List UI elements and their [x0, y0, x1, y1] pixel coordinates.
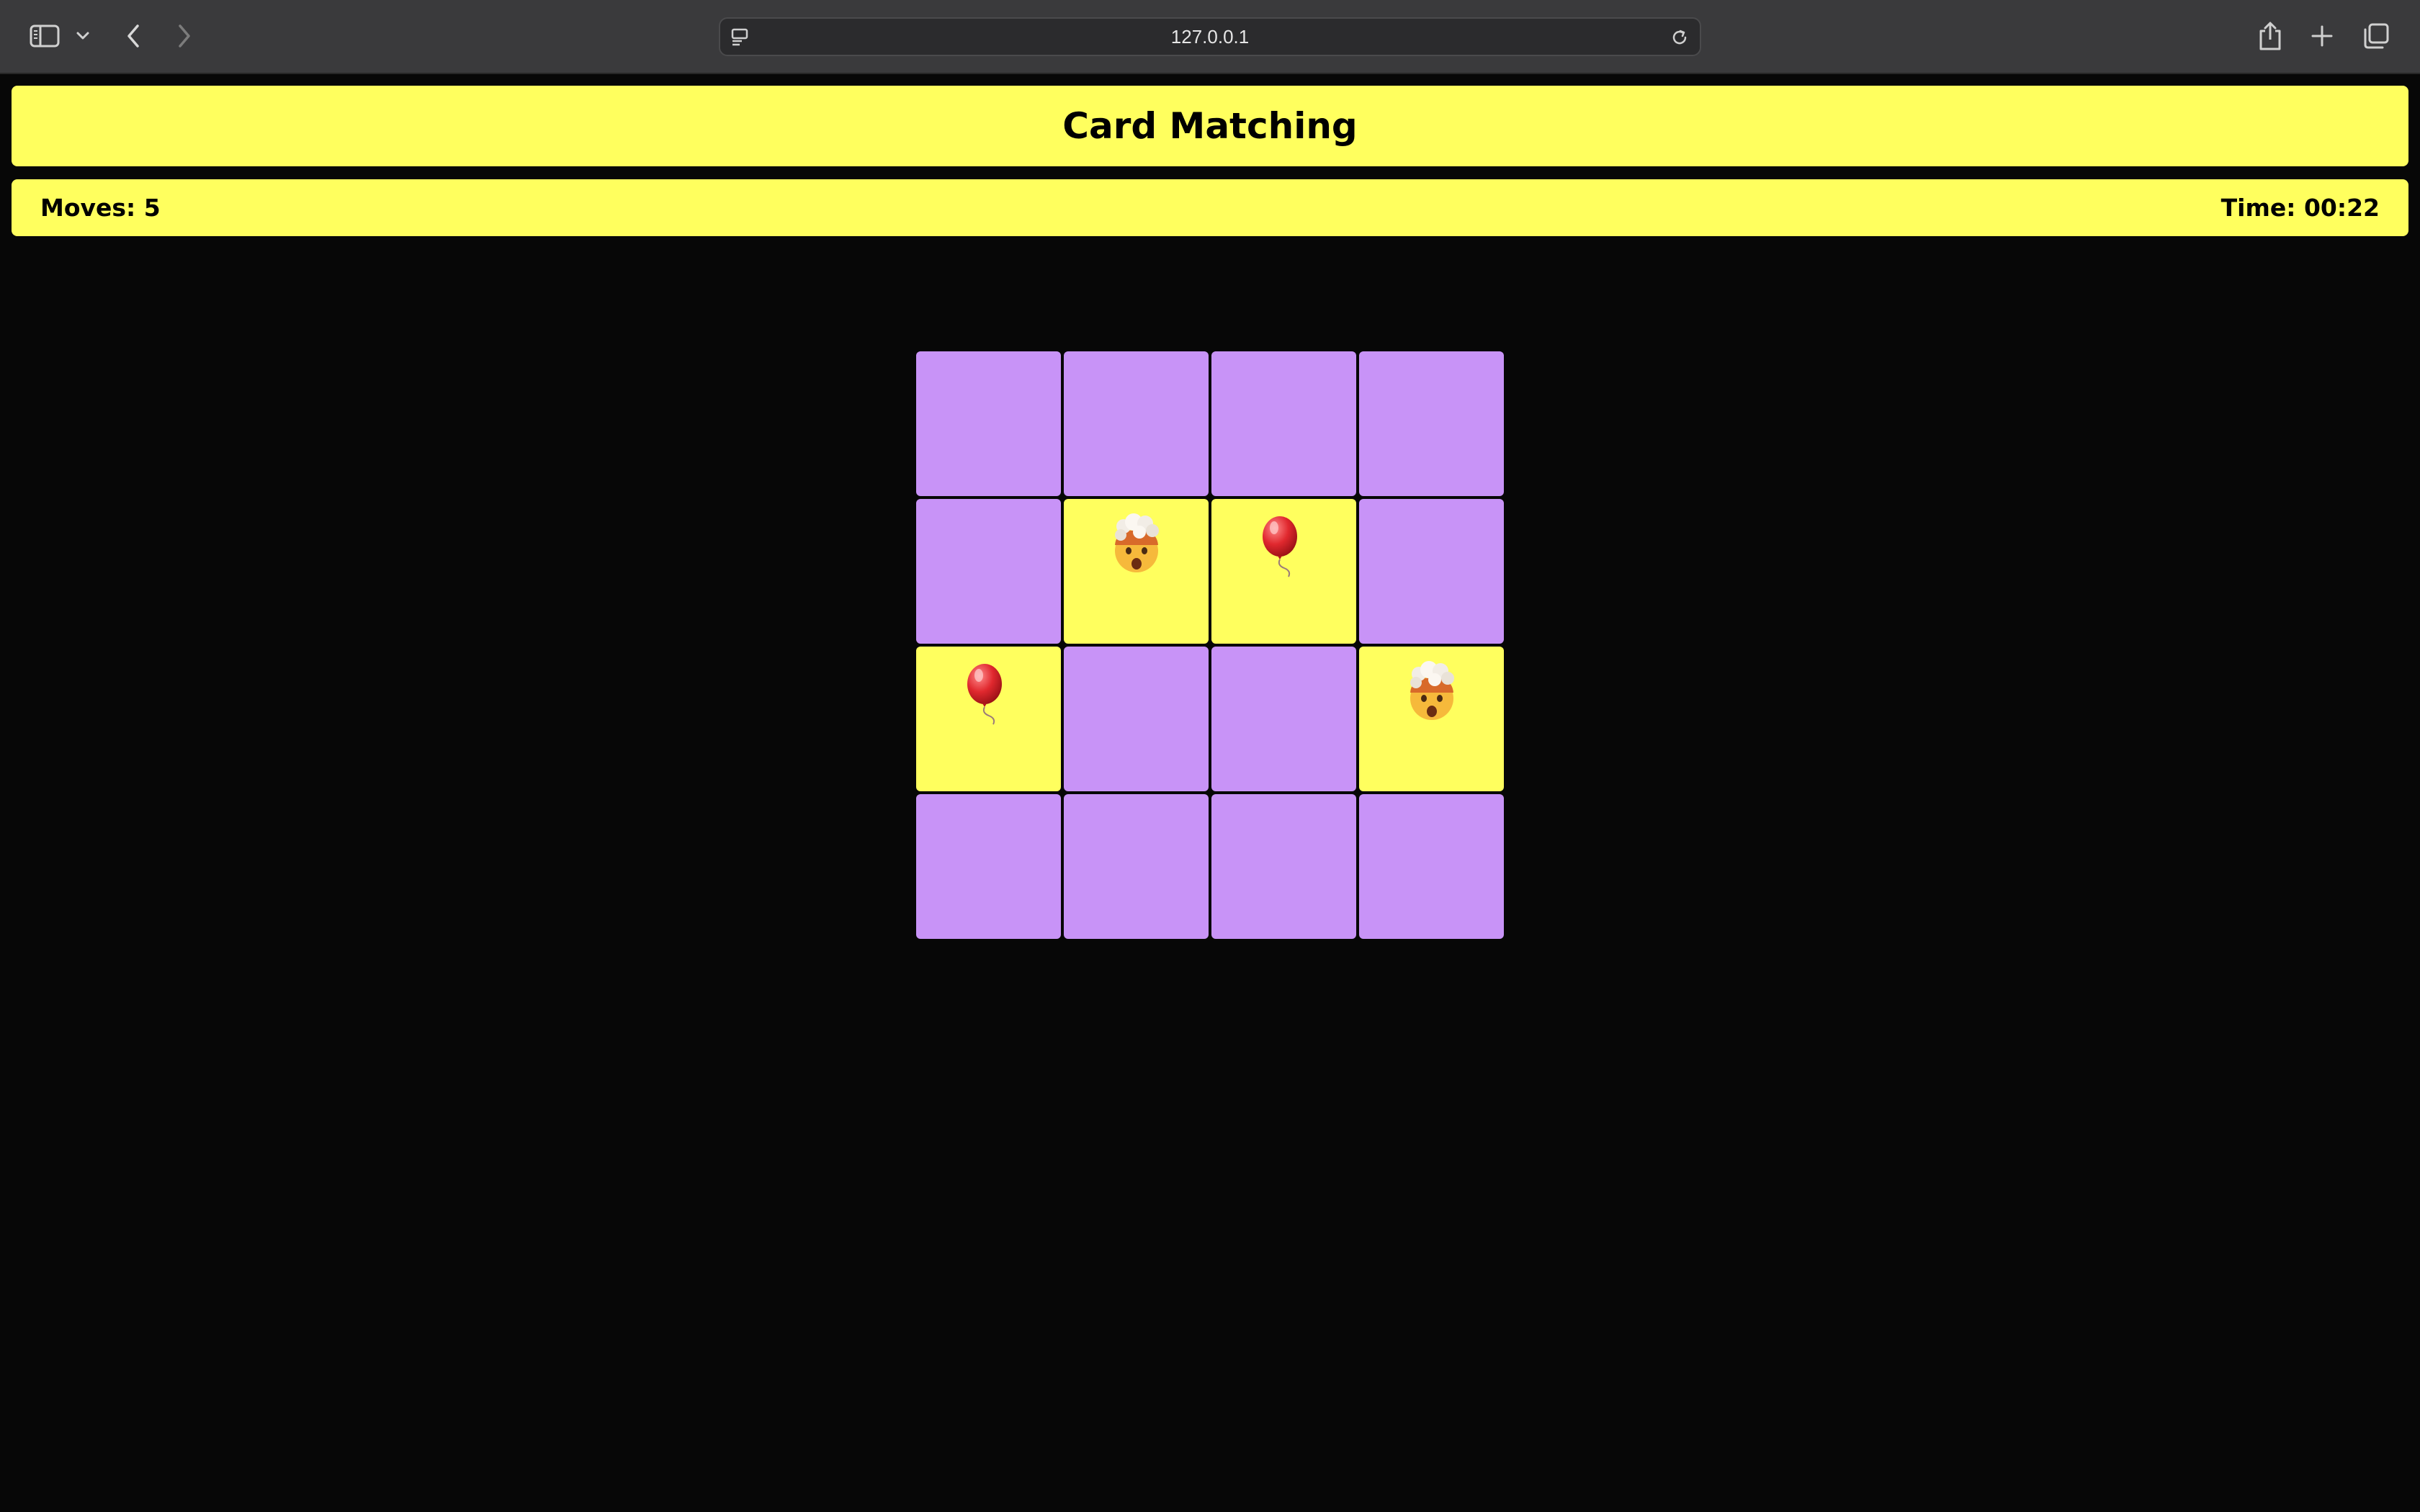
card-face-down[interactable]: [916, 794, 1061, 939]
exploding-head-icon: [1403, 661, 1461, 726]
card-face-down[interactable]: [1064, 794, 1209, 939]
card-face-down[interactable]: [1064, 351, 1209, 496]
title-banner: Card Matching: [12, 86, 2408, 166]
sidebar-toggle-button[interactable]: [26, 22, 63, 50]
card-face-down[interactable]: [1211, 647, 1356, 791]
card-revealed[interactable]: [1211, 499, 1356, 644]
card-revealed[interactable]: [1064, 499, 1209, 644]
plus-icon: [2311, 25, 2333, 47]
moves-counter: Moves: 5: [40, 194, 161, 222]
timer: Time: 00:22: [2220, 194, 2380, 222]
balloon-icon: [1255, 513, 1313, 578]
card-face-down[interactable]: [1359, 794, 1504, 939]
status-bar: Moves: 5 Time: 00:22: [12, 179, 2408, 236]
card-face-down[interactable]: [916, 499, 1061, 644]
chevron-right-icon: [179, 24, 190, 48]
address-bar[interactable]: 127.0.0.1: [719, 17, 1701, 56]
card-grid: [916, 351, 1504, 939]
back-button[interactable]: [119, 20, 148, 52]
tab-overview-button[interactable]: [2360, 20, 2393, 52]
share-button[interactable]: [2254, 19, 2286, 53]
card-face-down[interactable]: [1359, 499, 1504, 644]
browser-toolbar: 127.0.0.1: [0, 0, 2420, 74]
sidebar-menu-button[interactable]: [71, 23, 95, 49]
balloon-icon: [960, 661, 1018, 726]
card-revealed[interactable]: [916, 647, 1061, 791]
reload-icon[interactable]: [1668, 26, 1691, 49]
exploding-head-icon: [1108, 513, 1165, 578]
forward-button[interactable]: [170, 20, 199, 52]
chevron-left-icon: [127, 24, 139, 48]
chevron-down-icon: [76, 32, 89, 40]
card-face-down[interactable]: [1211, 794, 1356, 939]
tabs-icon: [2364, 23, 2389, 49]
card-face-down[interactable]: [1064, 647, 1209, 791]
sidebar-icon: [30, 24, 60, 48]
page-title: Card Matching: [1062, 105, 1358, 147]
card-revealed[interactable]: [1359, 647, 1504, 791]
url-text: 127.0.0.1: [1170, 25, 1250, 48]
card-face-down[interactable]: [1359, 351, 1504, 496]
card-face-down[interactable]: [916, 351, 1061, 496]
share-icon: [2259, 22, 2281, 50]
new-tab-button[interactable]: [2306, 20, 2338, 52]
card-face-down[interactable]: [1211, 351, 1356, 496]
